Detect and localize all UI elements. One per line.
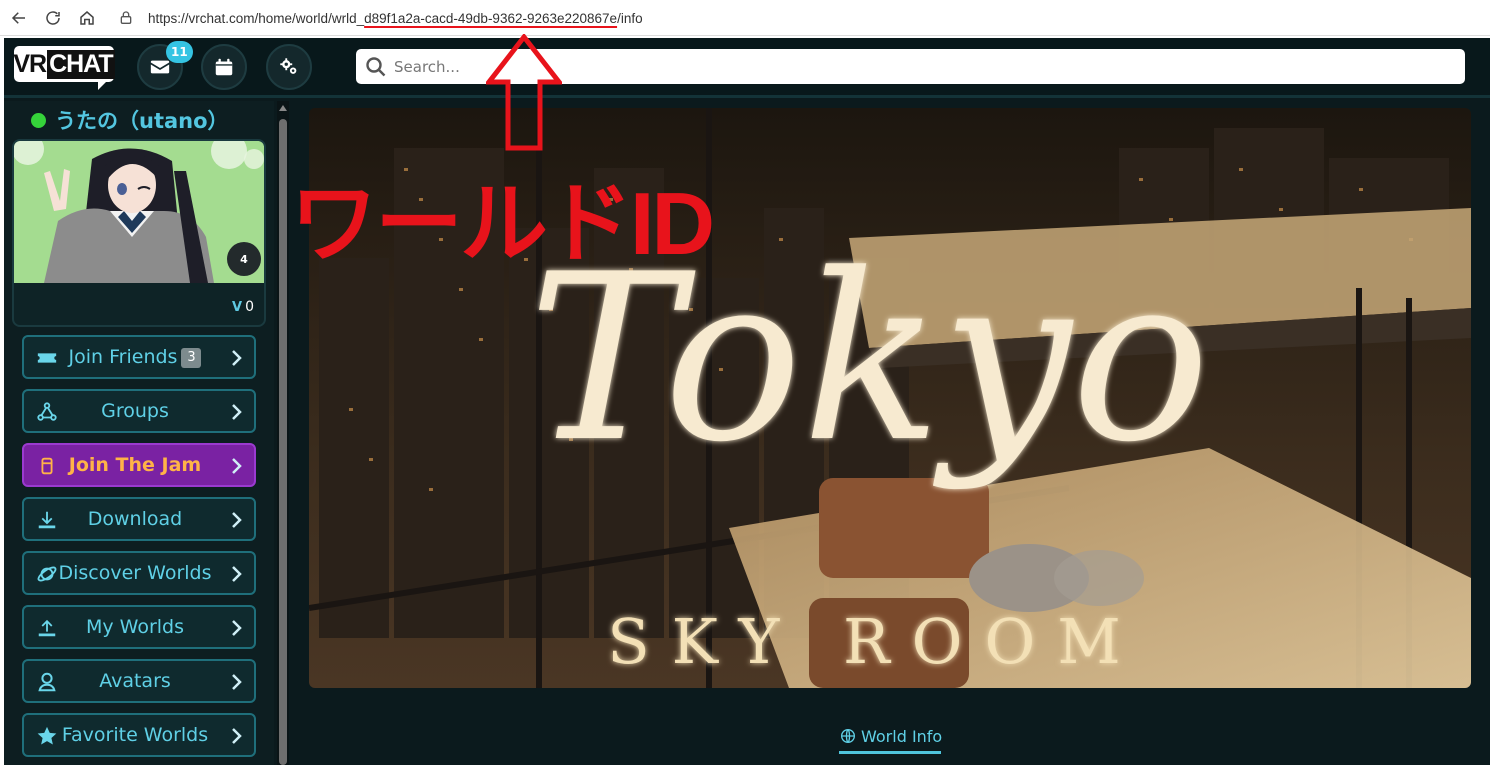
chevron-right-icon bbox=[228, 511, 244, 529]
sidebar-item-label: Avatars bbox=[99, 670, 171, 692]
sidebar-item-avatars[interactable]: Avatars bbox=[22, 659, 256, 703]
join-friends-count: 3 bbox=[181, 347, 202, 368]
avatar-icon bbox=[36, 671, 58, 693]
planet-icon bbox=[36, 563, 58, 585]
sidebar-item-join-the-jam[interactable]: Join The Jam bbox=[22, 443, 256, 487]
chevron-right-icon bbox=[228, 619, 244, 637]
back-button[interactable] bbox=[4, 3, 34, 33]
chevron-right-icon bbox=[228, 457, 244, 475]
search-input[interactable] bbox=[394, 57, 994, 76]
avatar-badge: 4 bbox=[227, 242, 261, 276]
reload-icon bbox=[46, 10, 60, 25]
chevron-right-icon bbox=[228, 403, 244, 421]
sidebar-item-label: Join Friends bbox=[68, 346, 178, 368]
jam-icon bbox=[36, 455, 58, 477]
browser-toolbar: https://vrchat.com/home/world/wrld_ d89f1… bbox=[0, 0, 1490, 36]
vrchat-app: VRCHAT 11 うたの（utano） bbox=[4, 38, 1490, 765]
sidebar-item-label: My Worlds bbox=[85, 616, 185, 638]
vrchat-logo[interactable]: VR CHAT bbox=[13, 46, 118, 90]
tab-world-info[interactable]: World Info bbox=[840, 723, 942, 749]
url-suffix: /info bbox=[617, 10, 643, 26]
back-arrow-icon bbox=[11, 11, 25, 24]
home-button[interactable] bbox=[72, 3, 102, 33]
sidebar-item-groups[interactable]: Groups bbox=[22, 389, 256, 433]
ticket-icon bbox=[36, 347, 58, 369]
chevron-right-icon bbox=[228, 565, 244, 583]
sidebar-item-label: Download bbox=[87, 508, 183, 530]
sidebar-item-discover-worlds[interactable]: Discover Worlds bbox=[22, 551, 256, 595]
profile-card[interactable]: 4 V 0 bbox=[12, 139, 266, 327]
envelope-icon bbox=[150, 60, 170, 74]
star-icon bbox=[36, 725, 58, 747]
logo-text-b: CHAT bbox=[47, 49, 115, 79]
user-name-text: うたの（utano） bbox=[55, 109, 229, 133]
calendar-icon bbox=[215, 58, 233, 76]
annotation-label: ワールドID bbox=[290, 174, 715, 273]
url-prefix: https://vrchat.com/home/world/wrld_ bbox=[148, 10, 365, 26]
address-bar[interactable]: https://vrchat.com/home/world/wrld_ d89f1… bbox=[114, 5, 1490, 31]
sidebar-item-label: Groups bbox=[101, 400, 169, 422]
sidebar-item-label: Discover Worlds bbox=[58, 562, 212, 584]
sidebar-item-label: Join The Jam bbox=[68, 454, 202, 476]
groups-icon bbox=[36, 401, 58, 423]
sidebar-scrollbar[interactable] bbox=[277, 101, 289, 765]
search-icon bbox=[366, 56, 386, 76]
world-id: d89f1a2a-cacd-49db-9362-9263e220867e bbox=[364, 10, 618, 26]
globe-icon bbox=[841, 729, 855, 743]
gears-icon bbox=[280, 58, 297, 74]
scroll-up-icon[interactable] bbox=[279, 105, 287, 111]
upload-icon bbox=[36, 617, 58, 639]
active-tab-indicator bbox=[839, 751, 941, 754]
credits-value: 0 bbox=[245, 299, 254, 315]
top-navigation: VR CHAT 11 bbox=[4, 38, 1490, 98]
chevron-right-icon bbox=[228, 673, 244, 691]
sidebar-item-my-worlds[interactable]: My Worlds bbox=[22, 605, 256, 649]
avatar-thumbnail[interactable]: 4 bbox=[14, 141, 264, 283]
vrc-credits: V 0 bbox=[232, 299, 254, 315]
scroll-thumb[interactable] bbox=[279, 119, 287, 765]
sidebar-item-label: Favorite Worlds bbox=[61, 724, 209, 746]
reload-button[interactable] bbox=[38, 3, 68, 33]
online-status-icon bbox=[31, 112, 46, 128]
sidebar-item-favorite-worlds[interactable]: Favorite Worlds bbox=[22, 713, 256, 757]
tab-label: World Info bbox=[861, 726, 943, 746]
sidebar: うたの（utano） 4 V 0 Join Friends 3 Groups J… bbox=[4, 101, 274, 765]
user-display-name[interactable]: うたの（utano） bbox=[31, 105, 229, 135]
chevron-right-icon bbox=[228, 727, 244, 745]
world-subtitle: SKY ROOM bbox=[607, 605, 1143, 678]
credits-icon: V bbox=[232, 299, 243, 315]
download-icon bbox=[36, 509, 58, 531]
notification-badge: 11 bbox=[166, 41, 193, 63]
chevron-right-icon bbox=[228, 349, 244, 367]
settings-button[interactable] bbox=[266, 44, 312, 90]
logo-text-a: VR bbox=[13, 49, 47, 78]
annotation-arrow-icon bbox=[486, 34, 562, 151]
sidebar-item-join-friends[interactable]: Join Friends 3 bbox=[22, 335, 256, 379]
lock-icon bbox=[114, 6, 138, 30]
home-icon bbox=[80, 10, 94, 25]
sidebar-item-download[interactable]: Download bbox=[22, 497, 256, 541]
calendar-button[interactable] bbox=[201, 44, 247, 90]
